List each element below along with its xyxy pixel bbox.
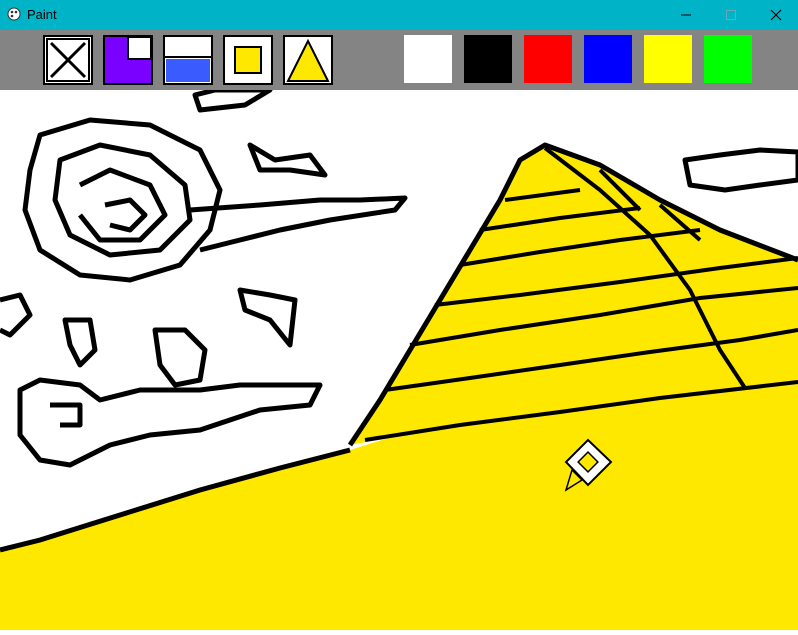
maximize-button[interactable] (708, 0, 753, 30)
half-fill-tool-button[interactable] (163, 35, 213, 85)
close-icon (770, 9, 781, 21)
square-tool-button[interactable] (223, 35, 273, 85)
half-fill-icon (163, 35, 213, 85)
clear-tool-button[interactable] (43, 35, 93, 85)
minimize-button[interactable] (663, 0, 708, 30)
drawing-artwork (0, 87, 798, 630)
color-swatch-red[interactable] (524, 35, 572, 83)
paint-palette-icon (7, 7, 21, 21)
window-title: Paint (27, 7, 57, 22)
paint-cursor-icon (564, 438, 613, 492)
square-icon (223, 35, 273, 85)
triangle-icon (283, 35, 333, 85)
close-button[interactable] (753, 0, 798, 30)
title-bar: Paint (0, 0, 798, 30)
color-swatch-green[interactable] (704, 35, 752, 83)
clear-x-icon (43, 35, 93, 85)
maximize-icon (725, 10, 736, 20)
toolbar (0, 30, 798, 90)
minimize-icon (680, 14, 691, 16)
color-swatch-yellow[interactable] (644, 35, 692, 83)
fill-color-icon (103, 35, 153, 85)
color-swatch-blue[interactable] (584, 35, 632, 83)
fill-color-tool-button[interactable] (103, 35, 153, 85)
color-swatch-white[interactable] (404, 35, 452, 83)
triangle-tool-button[interactable] (283, 35, 333, 85)
color-swatch-black[interactable] (464, 35, 512, 83)
drawing-canvas[interactable] (0, 87, 798, 630)
